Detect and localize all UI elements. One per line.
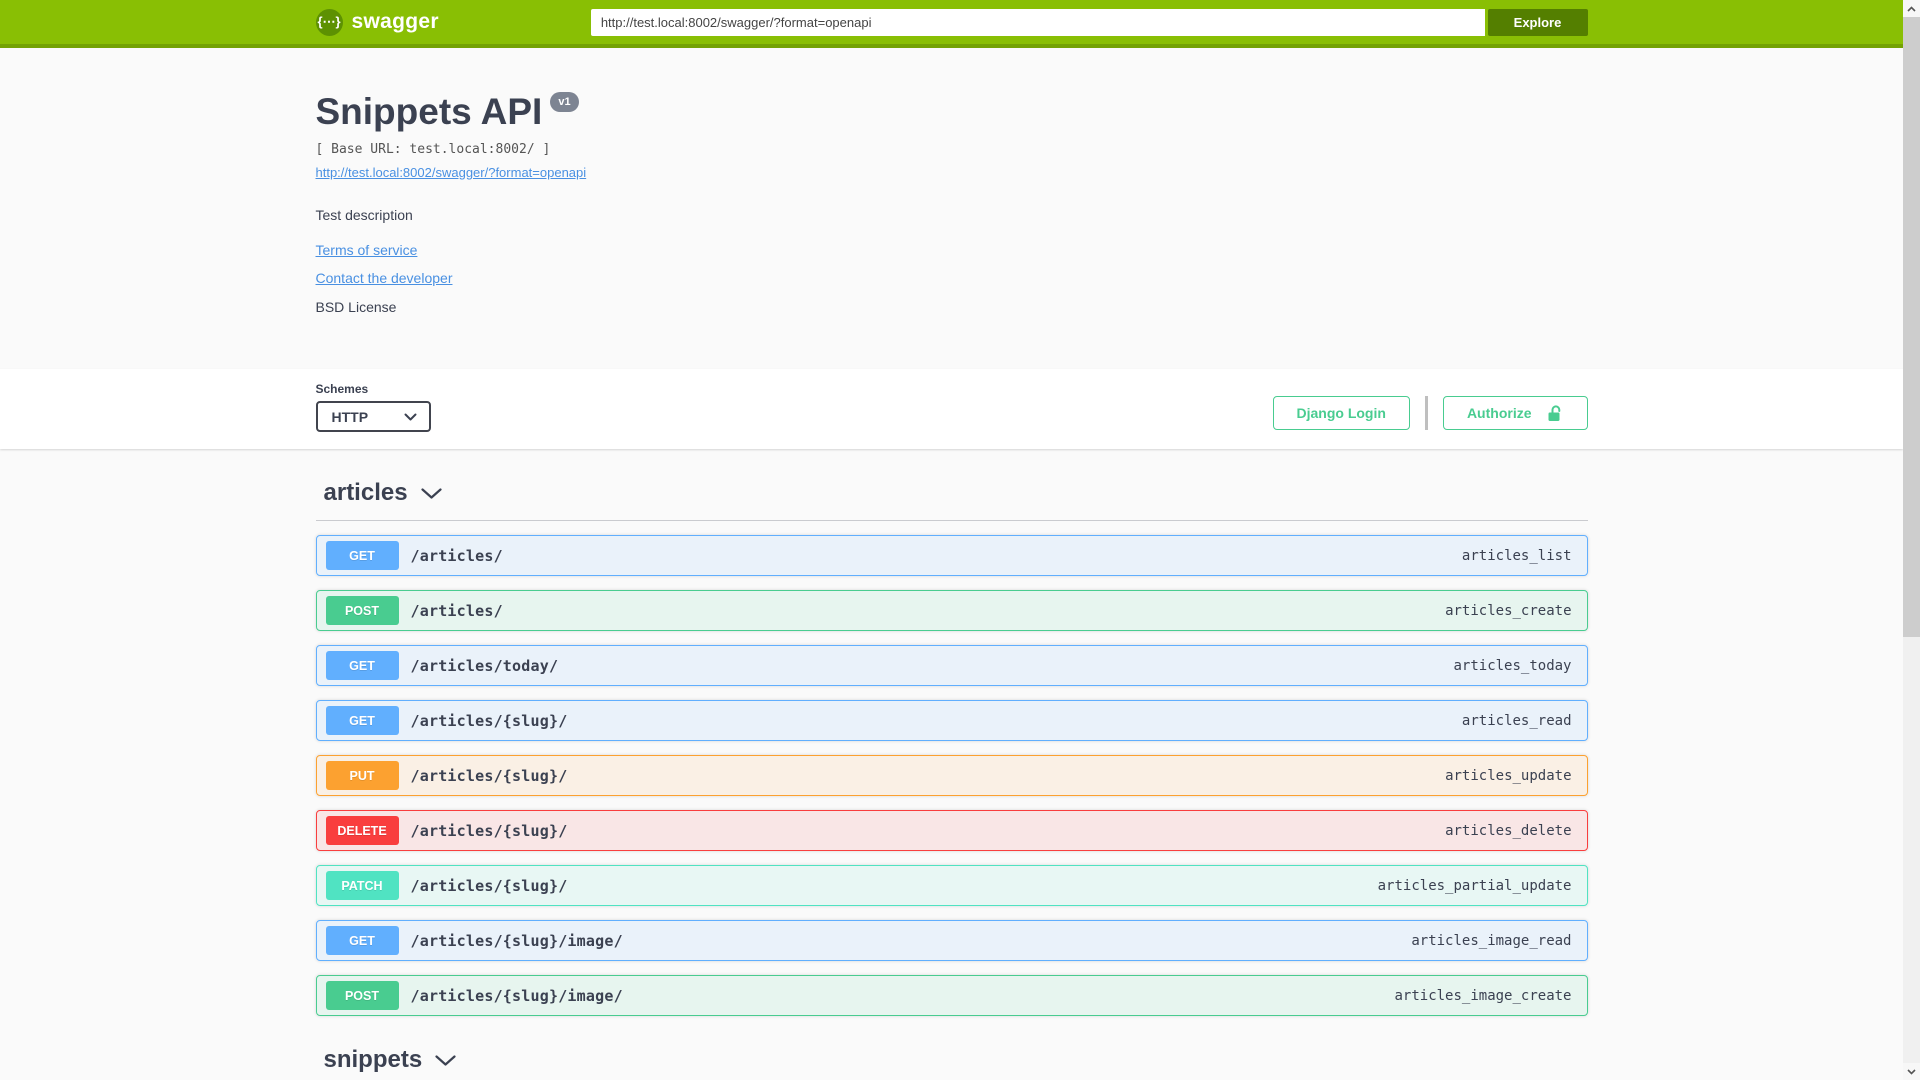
unlocked-padlock-icon <box>1548 405 1560 421</box>
operation-path: /articles/{slug}/image/ <box>410 986 623 1005</box>
operation-row[interactable]: GET /articles/{slug}/image/ articles_ima… <box>315 920 1588 961</box>
spec-link[interactable]: http://test.local:8002/swagger/?format=o… <box>316 165 587 180</box>
spec-url-input[interactable] <box>590 8 1485 36</box>
scrollbar-down-arrow[interactable] <box>1903 1063 1920 1080</box>
method-badge: GET <box>325 651 399 680</box>
topbar: {⋯} swagger Explore <box>0 0 1903 48</box>
operation-path: /articles/{slug}/ <box>410 766 568 785</box>
operation-id: articles_update <box>1445 767 1572 784</box>
section-header[interactable]: articles <box>315 475 1588 521</box>
chevron-down-icon <box>404 413 416 420</box>
schemes-select[interactable]: HTTP <box>315 401 431 432</box>
operations-list: GET /articles/ articles_list POST /artic… <box>315 535 1588 1016</box>
django-login-label: Django Login <box>1296 405 1386 421</box>
scrollbar-up-arrow[interactable] <box>1903 0 1920 17</box>
method-badge: DELETE <box>325 816 399 845</box>
section-header[interactable]: snippets <box>316 1042 1588 1080</box>
operation-row[interactable]: PUT /articles/{slug}/ articles_update <box>315 755 1588 796</box>
scrollbar[interactable] <box>1903 0 1920 1080</box>
swagger-logo-icon: {⋯} <box>315 8 343 36</box>
operation-id: articles_read <box>1461 712 1572 729</box>
operation-id: articles_create <box>1445 602 1572 619</box>
operation-id: articles_delete <box>1445 822 1572 839</box>
contact-developer-link[interactable]: Contact the developer <box>316 270 453 286</box>
operation-row[interactable]: DELETE /articles/{slug}/ articles_delete <box>315 810 1588 851</box>
operation-path: /articles/{slug}/ <box>410 821 568 840</box>
api-info-section: Snippets API v1 [ Base URL: test.local:80… <box>0 48 1903 369</box>
operation-path: /articles/ <box>410 601 503 620</box>
authorize-button[interactable]: Authorize <box>1442 396 1588 430</box>
django-login-button[interactable]: Django Login <box>1272 396 1410 430</box>
method-badge: POST <box>325 596 399 625</box>
version-badge: v1 <box>550 92 579 112</box>
method-badge: GET <box>325 926 399 955</box>
explore-button[interactable]: Explore <box>1487 8 1588 36</box>
operation-row[interactable]: GET /articles/{slug}/ articles_read <box>315 700 1588 741</box>
method-badge: GET <box>325 541 399 570</box>
operation-row[interactable]: POST /articles/ articles_create <box>315 590 1588 631</box>
section-title: articles <box>323 479 408 506</box>
scrollbar-thumb[interactable] <box>1903 17 1920 637</box>
operation-path: /articles/ <box>410 546 503 565</box>
operation-path: /articles/{slug}/ <box>410 711 568 730</box>
section-title: snippets <box>323 1046 423 1073</box>
operation-row[interactable]: GET /articles/today/ articles_today <box>315 645 1588 686</box>
chevron-down-icon <box>1907 1068 1916 1075</box>
authorize-label: Authorize <box>1466 405 1532 421</box>
operation-path: /articles/{slug}/image/ <box>410 931 623 950</box>
method-badge: PUT <box>325 761 399 790</box>
api-tag-section: snippets GET /snippets/ snippets_list <box>316 1042 1588 1080</box>
operation-id: articles_partial_update <box>1377 877 1572 894</box>
operation-path: /articles/{slug}/ <box>410 876 568 895</box>
chevron-up-icon <box>1907 5 1916 12</box>
method-badge: PATCH <box>325 871 399 900</box>
terms-of-service-link[interactable]: Terms of service <box>316 242 418 258</box>
operation-path: /articles/today/ <box>410 656 559 675</box>
schemes-label: Schemes <box>315 382 369 396</box>
scheme-container: Schemes HTTP Django Login Authorize <box>0 369 1903 449</box>
schemes-selected-value: HTTP <box>331 408 369 425</box>
operation-id: articles_image_read <box>1411 932 1572 949</box>
operations-container: articles GET /articles/ articles_list PO… <box>315 475 1588 1080</box>
method-badge: GET <box>325 706 399 735</box>
license-text: BSD License <box>315 299 397 315</box>
operation-id: articles_image_create <box>1394 987 1572 1004</box>
title-row: Snippets API v1 <box>316 90 1588 134</box>
api-title: Snippets API <box>315 91 543 132</box>
swagger-logo[interactable]: {⋯} swagger <box>315 8 439 36</box>
operation-row[interactable]: GET /articles/ articles_list <box>315 535 1588 576</box>
button-divider <box>1424 396 1428 430</box>
swagger-ui-page: {⋯} swagger Explore Snippets API v1 [ Bas… <box>0 0 1903 1080</box>
swagger-logo-text: swagger <box>351 10 439 33</box>
operation-id: articles_today <box>1453 657 1572 674</box>
schemes-block: Schemes HTTP <box>315 382 431 432</box>
base-url-text: [ Base URL: test.local:8002/ ] <box>315 142 551 157</box>
operation-id: articles_list <box>1461 547 1572 564</box>
operation-row[interactable]: POST /articles/{slug}/image/ articles_im… <box>315 975 1588 1016</box>
chevron-down-icon[interactable] <box>435 1054 456 1066</box>
auth-wrapper: Django Login Authorize <box>1272 396 1588 432</box>
api-tag-section: articles GET /articles/ articles_list PO… <box>315 475 1588 1016</box>
api-description: Test description <box>315 207 413 223</box>
method-badge: POST <box>325 981 399 1010</box>
chevron-down-icon[interactable] <box>420 487 442 499</box>
operation-row[interactable]: PATCH /articles/{slug}/ articles_partial… <box>315 865 1588 906</box>
